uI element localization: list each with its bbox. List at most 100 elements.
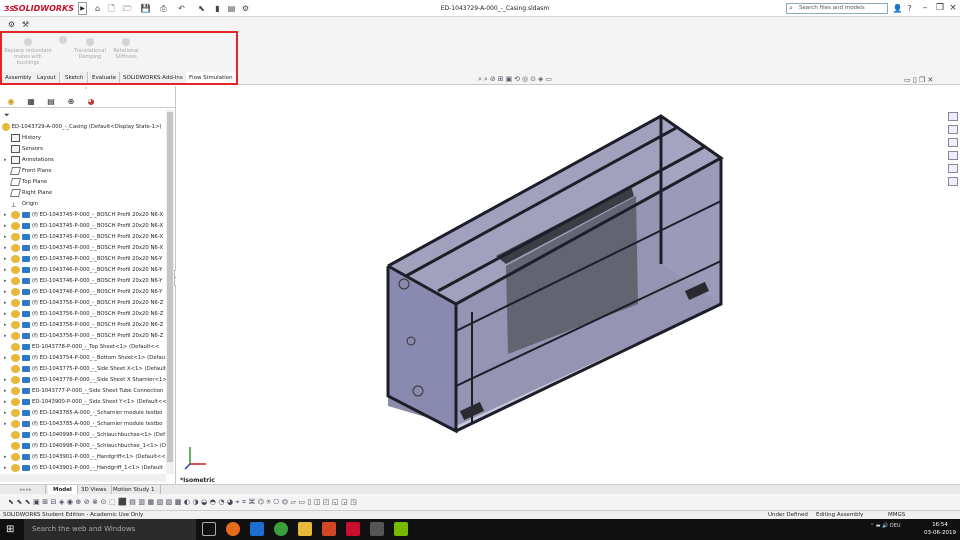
design-library-icon[interactable] — [948, 138, 958, 147]
tree-item[interactable]: ▸ (f) ED-1043746-P-000_-_BOSCH Profil 20x… — [4, 265, 170, 276]
dimxpert-tab-icon[interactable]: ⊕ — [62, 95, 80, 108]
nvidia-icon[interactable] — [394, 522, 408, 536]
expand-arrow-icon[interactable]: ▸ — [4, 298, 11, 309]
tree-item[interactable]: ▸ (f) ED-1043756-P-000_-_BOSCH Profil 20x… — [4, 331, 170, 342]
heads-up-view-toolbar[interactable]: ⌕⌕⊘⊞▣⟲◎⊙◈▭ — [478, 75, 658, 86]
file-explorer-icon[interactable] — [948, 151, 958, 160]
chrome-icon[interactable] — [274, 522, 288, 536]
minimize-icon[interactable]: – — [918, 2, 932, 15]
expand-arrow-icon[interactable]: ▸ — [4, 243, 11, 254]
new-document-icon[interactable]: 🗋 — [106, 3, 117, 14]
graphics-area[interactable] — [176, 86, 946, 484]
close-icon[interactable]: × — [946, 2, 960, 15]
print-icon[interactable]: ⎙ — [158, 3, 169, 14]
home-icon[interactable]: ⌂ — [92, 3, 103, 14]
open-folder-icon[interactable]: 🗁 — [122, 3, 133, 14]
expand-arrow-icon[interactable]: ▸ — [4, 265, 11, 276]
tree-item[interactable]: ▸ (f) ED-1043756-P-000_-_BOSCH Profil 20x… — [4, 298, 170, 309]
display-manager-tab-icon[interactable]: ◕ — [82, 95, 100, 108]
expand-arrow-icon[interactable]: ▸ — [4, 331, 11, 342]
solidworks-taskbar-icon[interactable] — [346, 522, 360, 536]
tools-icon[interactable]: ⚒ — [20, 19, 31, 30]
expand-arrow-icon[interactable]: ▸ — [4, 320, 11, 331]
input-language[interactable]: DEU — [890, 523, 901, 529]
flow-sim-icon[interactable]: ⚙ — [6, 19, 17, 30]
bottom-toolbar[interactable]: ⬉⬉⬉▣⊞⊟◈◉⊕⊘⊗⊙⬚⬛▤▥▦▧▨▩◐◑◒◓◔◕⌖⌗⌘⌬⍟⎔⏣⏥▭▯◫◰◱◲… — [0, 494, 960, 510]
restore-icon[interactable]: ❐ — [933, 2, 947, 15]
expand-arrow-icon[interactable]: ▸ — [4, 463, 11, 474]
windows-start-icon[interactable]: ⊞ — [6, 524, 18, 536]
expand-arrow-icon[interactable]: ▸ — [4, 287, 11, 298]
configuration-tab-icon[interactable]: ▤ — [42, 95, 60, 108]
menu-expand-button[interactable]: ▶ — [78, 2, 87, 15]
tree-item[interactable]: ▸ (f) ED-1043746-P-000_-_BOSCH Profil 20x… — [4, 287, 170, 298]
expand-arrow-icon[interactable]: ▸ — [4, 397, 11, 408]
feature-tree-tab-icon[interactable]: ◉ — [2, 95, 20, 108]
taskbar-search-input[interactable]: Search the web and Windows — [24, 519, 196, 540]
expand-arrow-icon[interactable]: ▸ — [4, 254, 11, 265]
tree-item[interactable]: ▸ (f) ED-1043745-P-000_-_BOSCH Profil 20x… — [4, 243, 170, 254]
file-properties-icon[interactable]: ▤ — [226, 3, 237, 14]
edge-icon[interactable] — [250, 522, 264, 536]
custom-properties-icon[interactable] — [948, 177, 958, 186]
home-icon[interactable] — [948, 112, 958, 121]
options-gear-icon[interactable]: ⚙ — [240, 3, 251, 14]
tree-item[interactable]: ▸ (f) ED-1043745-P-000_-_BOSCH Profil 20x… — [4, 221, 170, 232]
app-icon[interactable] — [370, 522, 384, 536]
panel-collapse-icon[interactable]: ⌃ — [84, 87, 88, 93]
expand-arrow-icon[interactable]: ▸ — [4, 353, 11, 364]
tree-item[interactable]: Sensors — [4, 144, 170, 155]
tree-item[interactable]: ▸ (f) ED-1043756-P-000_-_BOSCH Profil 20x… — [4, 309, 170, 320]
expand-arrow-icon[interactable]: ▸ — [4, 276, 11, 287]
tree-item[interactable]: ▸ (f) ED-1043746-P-000_-_BOSCH Profil 20x… — [4, 254, 170, 265]
tree-item[interactable]: ▸ (f) ED-1043756-P-000_-_BOSCH Profil 20x… — [4, 320, 170, 331]
property-manager-tab-icon[interactable]: ▦ — [22, 95, 40, 108]
tree-item[interactable]: ⊥ Origin — [4, 199, 170, 210]
tree-item[interactable]: ▸ (f) ED-1043901-P-000_-_Handgriff_1<1> (… — [4, 463, 170, 474]
select-arrow-icon[interactable]: ⬉ — [196, 3, 207, 14]
system-tray[interactable]: ⌃ ▬ 🔊 DEU — [870, 523, 901, 529]
tree-item[interactable]: Right Plane — [4, 188, 170, 199]
expand-arrow-icon[interactable]: ▸ — [4, 375, 11, 386]
expand-arrow-icon[interactable]: ▸ — [4, 210, 11, 221]
expand-arrow-icon[interactable]: ▸ — [4, 419, 11, 430]
taskbar-clock[interactable]: 16:54 03-06-2019 — [922, 521, 958, 537]
save-icon[interactable]: 💾 — [140, 3, 151, 14]
rebuild-icon[interactable]: ▮ — [212, 3, 223, 14]
undo-icon[interactable]: ↶ — [176, 3, 187, 14]
filter-icon[interactable]: ⏷ — [4, 111, 10, 120]
appearances-icon[interactable] — [948, 164, 958, 173]
resources-icon[interactable] — [948, 125, 958, 134]
help-icon[interactable]: ? — [904, 3, 915, 14]
tree-item[interactable]: ▸ (f) ED-1043901-P-000_-_Handgriff<1> (De… — [4, 452, 170, 463]
tree-item[interactable]: ▸ (f) ED-1043776-P-000_-_Side Sheet X Sha… — [4, 375, 170, 386]
tree-scrollbar-thumb[interactable] — [167, 112, 173, 462]
tree-item[interactable]: History — [4, 133, 170, 144]
user-icon[interactable]: 👤 — [892, 3, 903, 14]
firefox-icon[interactable] — [226, 522, 240, 536]
tree-item[interactable]: ▸ (f) ED-1043745-P-000_-_BOSCH Profil 20x… — [4, 210, 170, 221]
tree-horizontal-scrollbar[interactable] — [0, 474, 166, 482]
expand-arrow-icon[interactable]: ▸ — [4, 232, 11, 243]
tree-item[interactable]: (f) ED-1043775-P-000_-_Side Sheet X<1> (… — [4, 364, 170, 375]
search-input[interactable]: ⌕ Search files and models — [786, 3, 888, 14]
task-view-icon[interactable] — [202, 522, 216, 536]
tree-item[interactable]: ▸ ED-1043777-P-000_-_Side Sheet Tube Conn… — [4, 386, 170, 397]
expand-arrow-icon[interactable]: ▸ — [4, 452, 11, 463]
tree-item[interactable]: ▸ (f) ED-1043785-A-000_-_Scharnier module… — [4, 408, 170, 419]
tree-item[interactable]: ED-1043778-P-000_-_Top Sheet<1> (Default… — [4, 342, 170, 353]
file-explorer-icon[interactable] — [298, 522, 312, 536]
tree-item[interactable]: Front Plane — [4, 166, 170, 177]
tree-item[interactable]: ▸ (f) ED-1043745-P-000_-_BOSCH Profil 20x… — [4, 232, 170, 243]
expand-arrow-icon[interactable]: ▸ — [4, 155, 11, 166]
viewport-window-controls[interactable]: ▭ ▯ ❐ ✕ — [904, 76, 933, 84]
expand-arrow-icon[interactable]: ▸ — [4, 408, 11, 419]
tree-item[interactable]: ▸ ED-1043900-P-000_-_Side Sheet Y<1> (Def… — [4, 397, 170, 408]
expand-arrow-icon[interactable]: ▸ — [4, 386, 11, 397]
expand-arrow-icon[interactable]: ▸ — [4, 309, 11, 320]
tree-item[interactable]: ▸ Annotations — [4, 155, 170, 166]
solidworks-logo[interactable]: ƷS SOLIDWORKS — [4, 2, 76, 15]
powerpoint-icon[interactable] — [322, 522, 336, 536]
tree-root[interactable]: ED-1043729-A-000_-_Casing (Default<Displ… — [2, 122, 174, 132]
tree-item[interactable]: ▸ (f) ED-1043746-P-000_-_BOSCH Profil 20x… — [4, 276, 170, 287]
